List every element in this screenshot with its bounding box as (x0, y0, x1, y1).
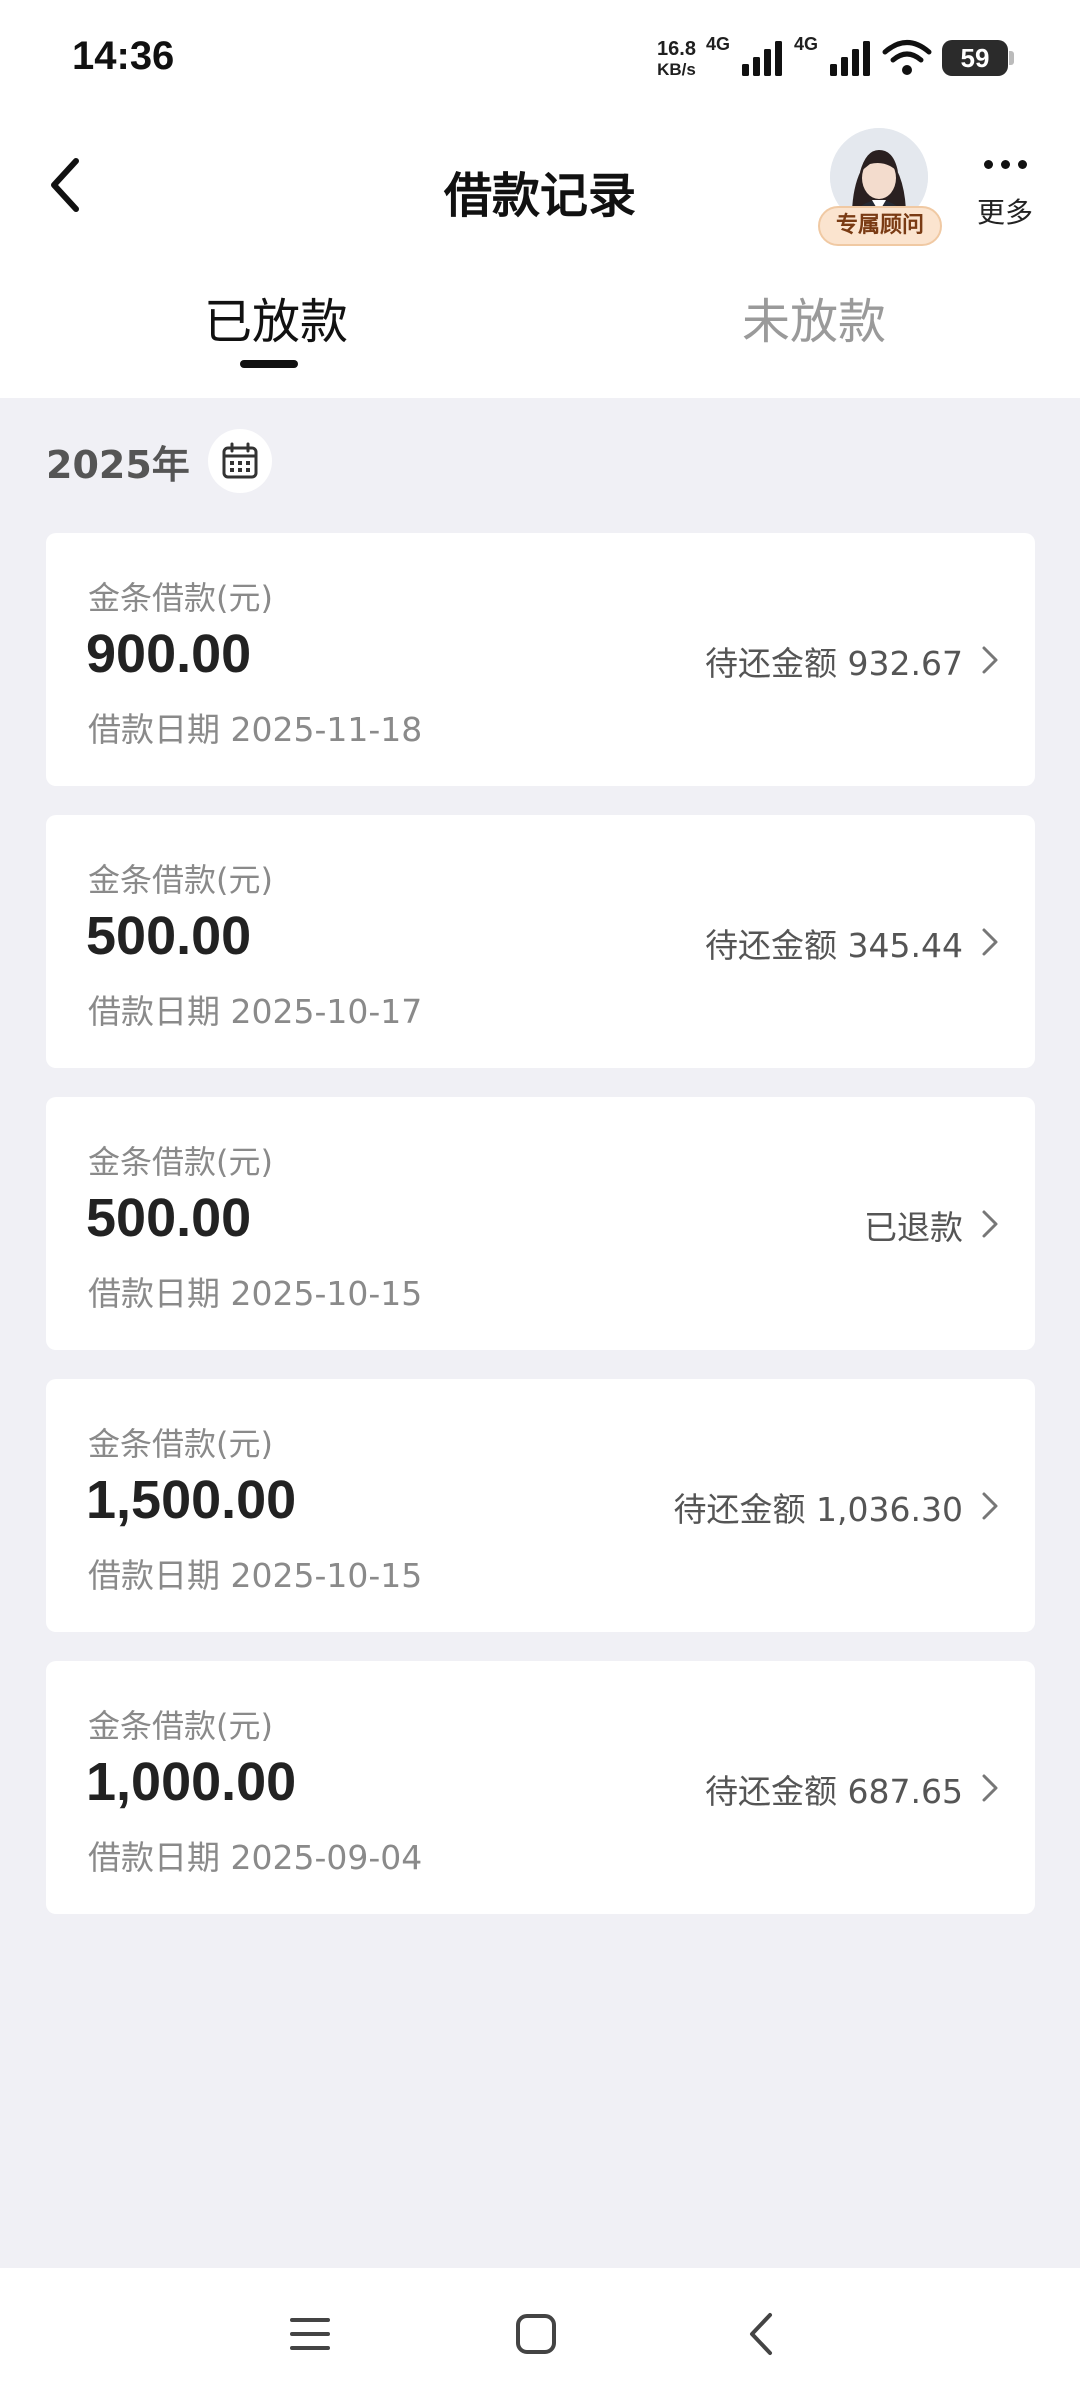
year-filter: 2025年 (46, 429, 272, 493)
loan-record-card[interactable]: 金条借款(元) 500.00 借款日期 2025-10-17 待还金额 345.… (46, 815, 1035, 1068)
loan-record-card[interactable]: 金条借款(元) 1,000.00 借款日期 2025-09-04 待还金额 68… (46, 1661, 1035, 1914)
battery-indicator: 59 (942, 40, 1014, 76)
loan-type-label: 金条借款(元) (88, 1425, 273, 1463)
loan-amount: 500.00 (86, 906, 252, 966)
advisor-button[interactable]: 专属顾问 (818, 128, 942, 248)
loan-record-card[interactable]: 金条借款(元) 1,500.00 借款日期 2025-10-15 待还金额 1,… (46, 1379, 1035, 1632)
network-speed-value: 16.8 (657, 37, 696, 60)
loan-date: 借款日期 2025-09-04 (88, 1838, 423, 1877)
home-button[interactable] (506, 2304, 566, 2364)
loan-type-label: 金条借款(元) (88, 861, 273, 899)
system-back-button[interactable] (732, 2304, 792, 2364)
more-dots-icon (970, 160, 1040, 169)
repayment-status: 待还金额 687.65 (705, 1772, 963, 1811)
loan-date: 借款日期 2025-10-15 (88, 1274, 423, 1313)
network-speed-unit: KB/s (657, 59, 696, 79)
loan-amount: 1,500.00 (86, 1470, 297, 1530)
signal-type-label: 4G (705, 34, 730, 54)
loan-record-card[interactable]: 金条借款(元) 900.00 借款日期 2025-11-18 待还金额 932.… (46, 533, 1035, 786)
calendar-icon (222, 442, 258, 479)
loan-amount: 1,000.00 (86, 1752, 297, 1812)
chevron-right-icon (982, 928, 998, 956)
wifi-icon (882, 40, 932, 75)
loan-amount: 500.00 (86, 1188, 252, 1248)
home-square-icon (516, 2314, 556, 2354)
chevron-right-icon (982, 1210, 998, 1238)
loan-type-label: 金条借款(元) (88, 1143, 273, 1181)
loan-type-label: 金条借款(元) (88, 579, 273, 617)
repayment-status: 待还金额 932.67 (705, 644, 963, 683)
tab-not-loaned[interactable]: 未放款 (742, 282, 886, 352)
menu-button[interactable] (280, 2304, 340, 2364)
repayment-status: 待还金额 345.44 (705, 926, 963, 965)
status-bar: 14:36 16.8 KB/s 4G 4G 59 (0, 0, 1080, 120)
tab-loaned[interactable]: 已放款 (204, 282, 348, 352)
back-triangle-icon (750, 2313, 772, 2355)
nav-header: 借款记录 专属顾问 更多 (0, 120, 1080, 260)
loan-record-card[interactable]: 金条借款(元) 500.00 借款日期 2025-10-15 已退款 (46, 1097, 1035, 1350)
loan-date: 借款日期 2025-11-18 (88, 710, 423, 749)
loan-amount: 900.00 (86, 624, 252, 684)
more-button[interactable]: 更多 (970, 150, 1040, 240)
tab-bar: 已放款 未放款 (0, 260, 1080, 398)
screen: 14:36 16.8 KB/s 4G 4G 59 借款记录 专属顾问 更多 已放… (0, 0, 1080, 2400)
network-speed: 16.8 KB/s (657, 39, 696, 78)
loan-date: 借款日期 2025-10-15 (88, 1556, 423, 1595)
tab-active-indicator (240, 360, 298, 368)
signal-icon (741, 41, 782, 76)
signal-type-label-2: 4G (793, 34, 818, 54)
status-time: 14:36 (72, 34, 175, 78)
more-label: 更多 (976, 196, 1033, 229)
loan-type-label: 金条借款(元) (88, 1707, 273, 1745)
chevron-right-icon (982, 646, 998, 674)
chevron-right-icon (982, 1492, 998, 1520)
calendar-button[interactable] (207, 429, 272, 493)
repayment-status: 待还金额 1,036.30 (673, 1490, 963, 1529)
advisor-badge: 专属顾问 (818, 206, 942, 246)
loan-date: 借款日期 2025-10-17 (88, 992, 423, 1031)
status-icons: 16.8 KB/s 4G 4G 59 (657, 32, 1014, 84)
system-navigation-bar (0, 2268, 1080, 2400)
year-label: 2025年 (46, 442, 190, 487)
chevron-right-icon (982, 1774, 998, 1802)
menu-icon (290, 2318, 330, 2350)
loan-record-list: 金条借款(元) 900.00 借款日期 2025-11-18 待还金额 932.… (46, 533, 1035, 1943)
repayment-status: 已退款 (864, 1208, 963, 1247)
signal-icon-2 (830, 41, 870, 76)
